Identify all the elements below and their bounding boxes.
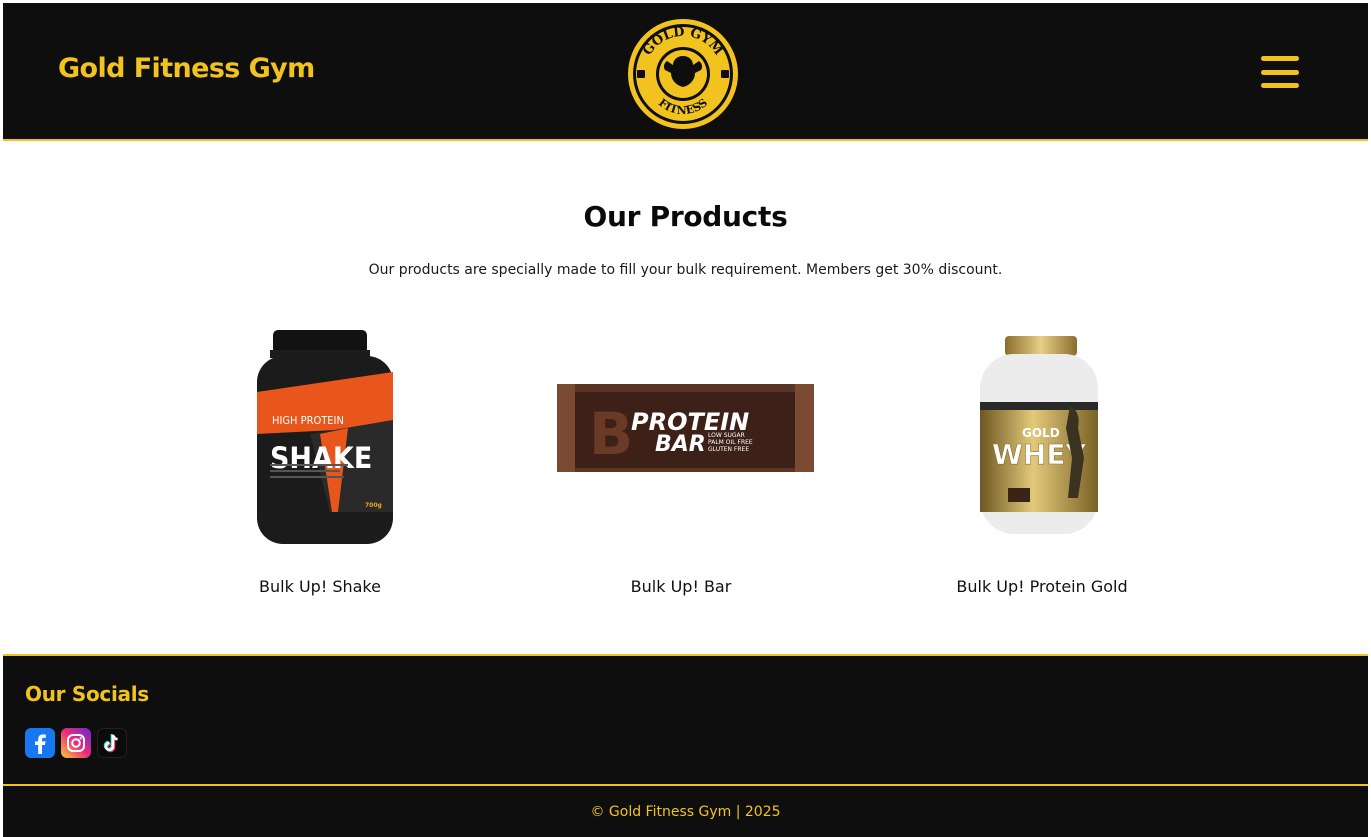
page-title: Our Products: [583, 200, 788, 233]
tiktok-icon[interactable]: [97, 728, 127, 758]
bar-label-bar: BAR: [655, 432, 706, 457]
product-name[interactable]: Bulk Up! Bar: [531, 577, 831, 596]
menu-bar: [1261, 56, 1299, 61]
brand-name[interactable]: Gold Fitness Gym: [58, 53, 315, 84]
product-card[interactable]: HIGH PROTEIN SHAKE 700g Bulk Up! Shake: [170, 322, 470, 596]
product-card[interactable]: GOLD WHEY Bulk Up! Protein Gold: [892, 322, 1192, 596]
footer-divider: [3, 784, 1368, 786]
hamburger-menu-icon[interactable]: [1261, 56, 1299, 88]
protein-bar-image[interactable]: B PROTEIN BAR LOW SUGAR PALM OIL FREE GL…: [531, 322, 831, 554]
product-card[interactable]: B PROTEIN BAR LOW SUGAR PALM OIL FREE GL…: [531, 322, 831, 596]
product-name[interactable]: Bulk Up! Protein Gold: [892, 577, 1192, 596]
socials-heading: Our Socials: [25, 682, 149, 706]
facebook-icon[interactable]: [25, 728, 55, 758]
bar-claim-2: PALM OIL FREE: [708, 439, 753, 446]
gold-whey-tub-image[interactable]: GOLD WHEY: [892, 322, 1192, 554]
site-footer: Our Socials © Gold Fitness Gym | 2025: [3, 654, 1368, 837]
shake-label-line1: HIGH PROTEIN: [272, 414, 344, 427]
site-header: Gold Fitness Gym GOLD GYM FITNESS: [3, 3, 1368, 141]
svg-text:B: B: [589, 400, 633, 468]
product-name[interactable]: Bulk Up! Shake: [170, 577, 470, 596]
shake-label-line2: SHAKE: [270, 441, 372, 475]
social-links: [25, 728, 127, 758]
shake-weight: 700g: [365, 502, 382, 509]
menu-bar: [1261, 83, 1299, 88]
products-description: Our products are specially made to fill …: [368, 262, 1003, 278]
instagram-icon[interactable]: [61, 728, 91, 758]
copyright-text: © Gold Fitness Gym | 2025: [590, 804, 781, 820]
protein-shake-tub-image[interactable]: HIGH PROTEIN SHAKE 700g: [170, 322, 470, 554]
bar-claim-1: LOW SUGAR: [708, 432, 745, 439]
gold-gym-logo[interactable]: GOLD GYM FITNESS: [623, 12, 743, 132]
menu-bar: [1261, 69, 1299, 75]
bar-claim-3: GLUTEN FREE: [708, 446, 749, 453]
